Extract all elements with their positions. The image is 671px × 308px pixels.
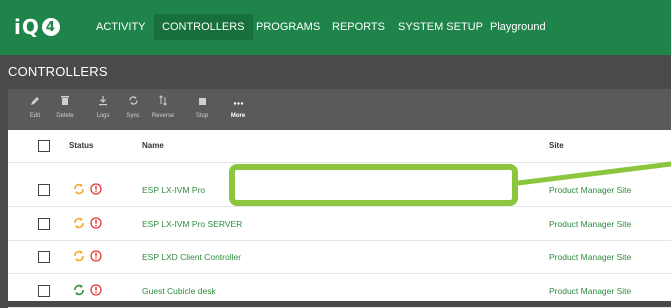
alert-status-icon (90, 217, 102, 229)
logo-badge: 4 (41, 18, 60, 36)
logs-label: Logs (96, 113, 110, 119)
sync-status-icon (74, 284, 84, 296)
more-button[interactable]: More (223, 93, 253, 119)
nav-controllers[interactable]: CONTROLLERS (154, 14, 253, 40)
controller-name-link[interactable]: Guest Cubicle desk (142, 286, 216, 296)
alert-status-icon (90, 183, 102, 195)
select-all-checkbox[interactable] (38, 140, 50, 152)
page-title: CONTROLLERS (8, 64, 108, 79)
reverse-button[interactable]: Reverse (148, 93, 178, 119)
app-logo[interactable]: iQ 4 (14, 15, 60, 39)
toolbar: Edit Delete Logs Sync Reverse Stop More (8, 89, 671, 130)
reverse-label: Reverse (151, 113, 175, 119)
nav-programs[interactable]: PROGRAMS (248, 14, 328, 40)
table-row[interactable]: ESP LXD Client Controller Product Manage… (8, 241, 671, 274)
stop-icon (187, 93, 217, 111)
delete-button[interactable]: Delete (50, 93, 80, 119)
more-icon (223, 93, 253, 111)
column-site[interactable]: Site (549, 141, 564, 150)
column-status[interactable]: Status (69, 141, 93, 150)
annotation-arrow (518, 161, 671, 186)
controller-name-link[interactable]: ESP LX-IVM Pro SERVER (142, 219, 242, 229)
edit-button[interactable]: Edit (20, 93, 50, 119)
site-link[interactable]: Product Manager Site (549, 219, 631, 229)
logo-text: iQ (14, 15, 40, 39)
column-name[interactable]: Name (142, 141, 164, 150)
site-link[interactable]: Product Manager Site (549, 252, 631, 262)
site-link[interactable]: Product Manager Site (549, 286, 631, 296)
edit-label: Edit (29, 113, 41, 119)
alert-status-icon (90, 284, 102, 296)
sync-status-icon (74, 217, 84, 229)
row-checkbox[interactable] (38, 218, 50, 230)
sync-status-icon (74, 250, 84, 262)
table-row[interactable]: ESP LX-IVM Pro SERVER Product Manager Si… (8, 208, 671, 241)
row-checkbox[interactable] (38, 184, 50, 196)
row-checkbox[interactable] (38, 251, 50, 263)
nav-system-setup[interactable]: SYSTEM SETUP (390, 14, 491, 40)
controllers-table: Status Name Site ESP LX-IVM Pro Product … (8, 130, 671, 308)
nav-reports[interactable]: REPORTS (324, 14, 393, 40)
more-label: More (230, 113, 246, 119)
row-checkbox[interactable] (38, 285, 50, 297)
sync-label: Sync (126, 113, 140, 119)
controller-name-link[interactable]: ESP LXD Client Controller (142, 252, 241, 262)
highlight-box (229, 164, 518, 206)
sync-icon (118, 93, 148, 111)
download-icon (88, 93, 118, 111)
stop-label: Stop (195, 113, 209, 119)
logs-button[interactable]: Logs (88, 93, 118, 119)
nav-playground[interactable]: Playground (482, 14, 554, 40)
title-bar: CONTROLLERS (0, 55, 671, 89)
table-row[interactable]: Guest Cubicle desk Product Manager Site (8, 275, 671, 308)
delete-label: Delete (56, 113, 74, 119)
sync-status-icon (74, 183, 84, 195)
table-header: Status Name Site (8, 130, 671, 163)
stop-button[interactable]: Stop (187, 93, 217, 119)
controller-name-link[interactable]: ESP LX-IVM Pro (142, 185, 205, 195)
top-nav: iQ 4 ACTIVITY CONTROLLERS PROGRAMS REPORT… (0, 0, 671, 55)
trash-icon (50, 93, 80, 111)
sync-button[interactable]: Sync (118, 93, 148, 119)
nav-activity[interactable]: ACTIVITY (88, 14, 154, 40)
reverse-icon (148, 93, 178, 111)
alert-status-icon (90, 250, 102, 262)
pencil-icon (20, 93, 50, 111)
